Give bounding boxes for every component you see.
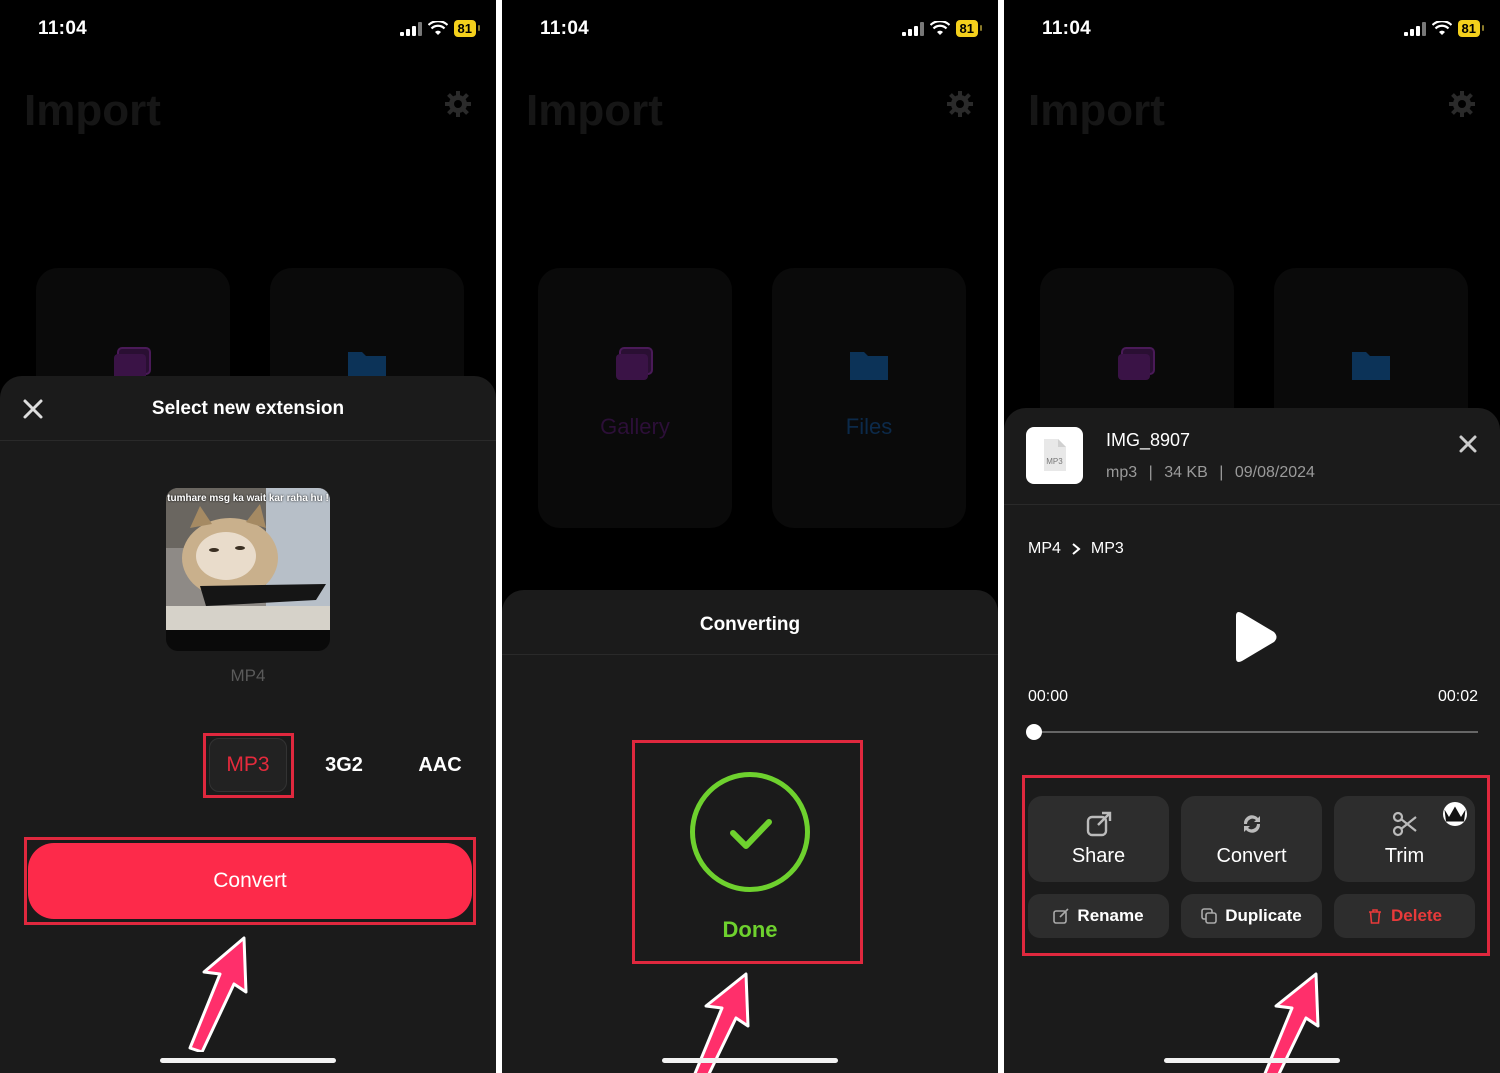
video-thumbnail: tumhare msg ka wait kar raha hu ! bbox=[166, 488, 330, 651]
conversion-path: MP4 MP3 bbox=[1028, 540, 1124, 558]
gear-icon[interactable] bbox=[1448, 90, 1476, 118]
highlight-box-done bbox=[632, 740, 863, 964]
gallery-icon bbox=[616, 347, 653, 380]
pointer-arrow-icon bbox=[188, 936, 248, 1052]
page-title-dimmed: Import bbox=[526, 86, 663, 135]
format-option-aac[interactable]: AAC bbox=[392, 736, 488, 794]
file-date: 09/08/2024 bbox=[1234, 464, 1315, 481]
cellular-signal-icon bbox=[399, 21, 422, 36]
status-bar: 11:04 81 bbox=[502, 0, 998, 60]
status-bar: 11:04 81 bbox=[1004, 0, 1500, 60]
time-elapsed: 00:00 bbox=[1028, 688, 1069, 705]
file-type: mp3 bbox=[1106, 464, 1138, 481]
gallery-card[interactable]: Gallery bbox=[538, 268, 732, 528]
gallery-label: Gallery bbox=[600, 414, 670, 439]
cellular-signal-icon bbox=[1403, 21, 1426, 36]
status-time: 11:04 bbox=[540, 18, 590, 39]
phone-screen-file-details: 11:04 81 Import MP3 IMG_8907 mp3 | 34 KB… bbox=[1004, 0, 1500, 1073]
phone-screen-converting: 11:04 81 Import Gallery Files Converting… bbox=[502, 0, 998, 1073]
battery-indicator: 81 bbox=[1457, 20, 1485, 37]
page-title-dimmed: Import bbox=[24, 86, 161, 135]
file-name: IMG_8907 bbox=[1106, 430, 1191, 450]
sheet-title: Select new extension bbox=[151, 398, 345, 419]
cellular-signal-icon bbox=[901, 21, 924, 36]
file-size: 34 KB bbox=[1164, 464, 1208, 481]
chevron-right-icon bbox=[1072, 543, 1081, 555]
file-icon-label: MP3 bbox=[1046, 457, 1063, 466]
status-time: 11:04 bbox=[1042, 18, 1092, 39]
to-format: MP3 bbox=[1090, 540, 1124, 557]
home-indicator bbox=[662, 1058, 838, 1063]
battery-indicator: 81 bbox=[955, 20, 983, 37]
phone-screen-select-extension: 11:04 81 Import Select new extension tum… bbox=[0, 0, 496, 1073]
audio-file-icon: MP3 bbox=[1026, 427, 1083, 484]
page-title-dimmed: Import bbox=[1028, 86, 1165, 135]
cat-image bbox=[166, 488, 330, 630]
status-bar: 11:04 81 bbox=[0, 0, 496, 60]
file-meta: mp3 | 34 KB | 09/08/2024 bbox=[1106, 464, 1315, 481]
battery-indicator: 81 bbox=[453, 20, 481, 37]
sheet-title: Converting bbox=[699, 614, 801, 635]
close-icon[interactable] bbox=[1458, 434, 1478, 454]
highlight-box-convert bbox=[24, 837, 476, 925]
status-time: 11:04 bbox=[38, 18, 88, 39]
wifi-icon bbox=[427, 21, 448, 35]
play-icon[interactable] bbox=[1228, 610, 1278, 664]
home-indicator bbox=[1164, 1058, 1340, 1063]
file-details-bottom-sheet: MP3 IMG_8907 mp3 | 34 KB | 09/08/2024 MP… bbox=[1004, 408, 1500, 1073]
folder-icon bbox=[1352, 352, 1390, 380]
wifi-icon bbox=[929, 21, 950, 35]
source-format-label: MP4 bbox=[230, 666, 266, 685]
playback-track[interactable] bbox=[1034, 731, 1478, 733]
gallery-icon bbox=[1118, 347, 1155, 380]
highlight-box-actions bbox=[1022, 775, 1490, 956]
format-option-3g2[interactable]: 3G2 bbox=[296, 736, 392, 794]
from-format: MP4 bbox=[1028, 540, 1061, 557]
wifi-icon bbox=[1431, 21, 1452, 35]
time-total: 00:02 bbox=[1437, 688, 1478, 705]
playback-slider-knob[interactable] bbox=[1026, 724, 1042, 740]
folder-icon bbox=[850, 352, 888, 380]
highlight-box-mp3 bbox=[203, 733, 294, 798]
thumbnail-caption: tumhare msg ka wait kar raha hu ! bbox=[167, 493, 329, 504]
home-indicator bbox=[160, 1058, 336, 1063]
gear-icon[interactable] bbox=[444, 90, 472, 118]
files-label: Files bbox=[845, 414, 893, 439]
files-card[interactable]: Files bbox=[772, 268, 966, 528]
gear-icon[interactable] bbox=[946, 90, 974, 118]
